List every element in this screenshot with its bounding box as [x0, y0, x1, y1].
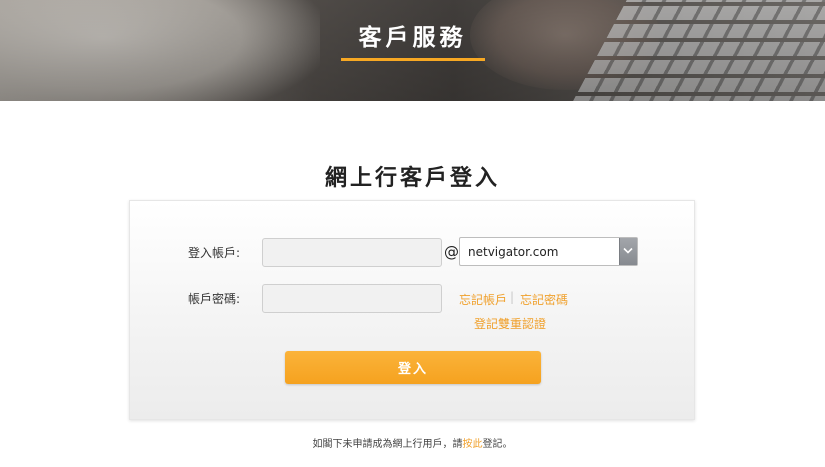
forgot-password-link[interactable]: 忘記密碼 — [520, 291, 568, 308]
domain-select-toggle[interactable] — [619, 238, 637, 265]
password-input[interactable] — [262, 284, 442, 313]
password-label: 帳戶密碼: — [188, 292, 241, 306]
register-here-link[interactable]: 按此 — [463, 439, 483, 450]
page-title: 網上行客戶登入 — [324, 166, 500, 191]
account-input[interactable] — [262, 238, 442, 267]
hero-banner: 客戶服務 — [0, 0, 825, 101]
domain-select-value: netvigator.com — [468, 245, 559, 259]
banner-title: 客戶服務 — [358, 25, 467, 51]
at-symbol: @ — [444, 243, 459, 261]
link-separator: | — [510, 290, 515, 304]
banner-title-underline — [341, 58, 485, 61]
register-2fa-link[interactable]: 登記雙重認證 — [474, 315, 546, 332]
login-button[interactable]: 登入 — [285, 351, 541, 384]
chevron-down-icon — [623, 247, 633, 254]
forgot-account-link[interactable]: 忘記帳戶 — [459, 291, 507, 308]
register-note: 如閣下未申請成為網上行用戶，請按此登記。 — [0, 435, 825, 450]
register-note-prefix: 如閣下未申請成為網上行用戶，請 — [312, 439, 463, 450]
domain-select[interactable]: netvigator.com — [459, 237, 638, 266]
account-label: 登入帳戶: — [188, 246, 241, 260]
register-note-suffix: 登記。 — [482, 439, 513, 450]
